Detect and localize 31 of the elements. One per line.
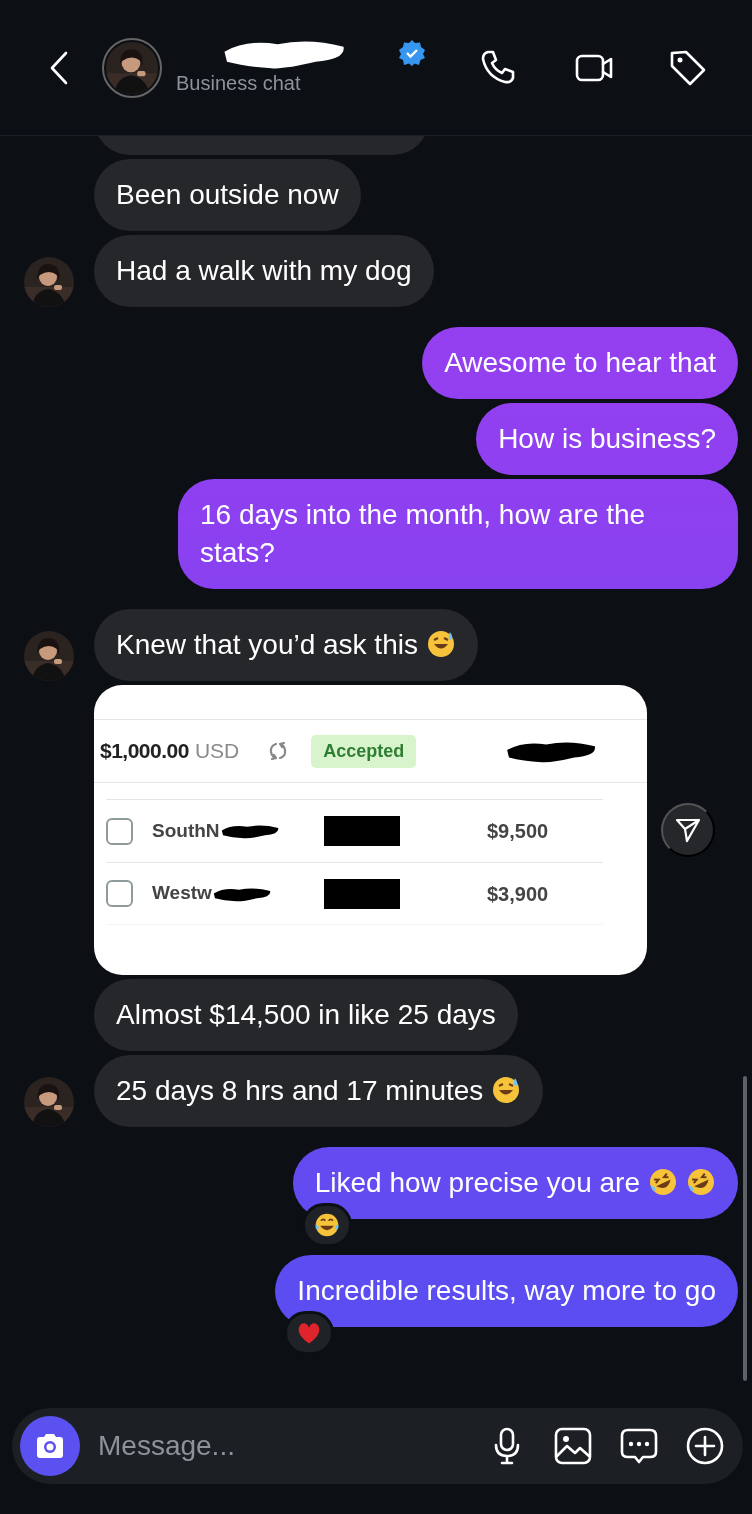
chat-subtitle: Business chat: [176, 70, 302, 96]
share-button[interactable]: [661, 803, 715, 857]
image-icon: [553, 1426, 593, 1466]
currency-text: USD: [194, 738, 240, 765]
camera-button[interactable]: [20, 1416, 80, 1476]
company-name: Westw: [152, 881, 212, 906]
checkbox[interactable]: [106, 817, 133, 845]
message-bubble: How is business?: [476, 403, 738, 475]
message-bubble: Knew that you’d ask this: [94, 609, 478, 681]
status-badge: Accepted: [311, 734, 417, 768]
add-button[interactable]: [685, 1426, 725, 1466]
amount-text: $3,900: [487, 881, 550, 907]
message-bubble: Been outside now: [94, 159, 361, 231]
message-bubble: 25 days 8 hrs and 17 minutes: [94, 1055, 544, 1127]
company-name: SouthN: [152, 818, 220, 843]
emoji-icon: [313, 1212, 340, 1238]
gallery-button[interactable]: [553, 1426, 593, 1466]
message-bubble: Awesome to hear that: [422, 327, 738, 399]
checkbox[interactable]: [106, 880, 133, 907]
message-bubble: Had a walk with my dog: [94, 235, 434, 307]
message-input[interactable]: Message...: [96, 1424, 461, 1468]
message-bubble: Almost $14,500 in like 25 days: [94, 979, 518, 1051]
message-bubble: 16 days into the month, how are the stats?: [178, 479, 738, 589]
camera-icon: [34, 1432, 66, 1460]
chat-bubble-icon: [619, 1426, 659, 1466]
plus-icon: [685, 1426, 725, 1466]
send-icon: [674, 816, 702, 844]
amount-text: $9,500: [487, 819, 550, 844]
message-field[interactable]: Message...: [12, 1408, 743, 1484]
amount-text: $1,000.00: [100, 738, 189, 765]
sticker-button[interactable]: [619, 1426, 659, 1466]
